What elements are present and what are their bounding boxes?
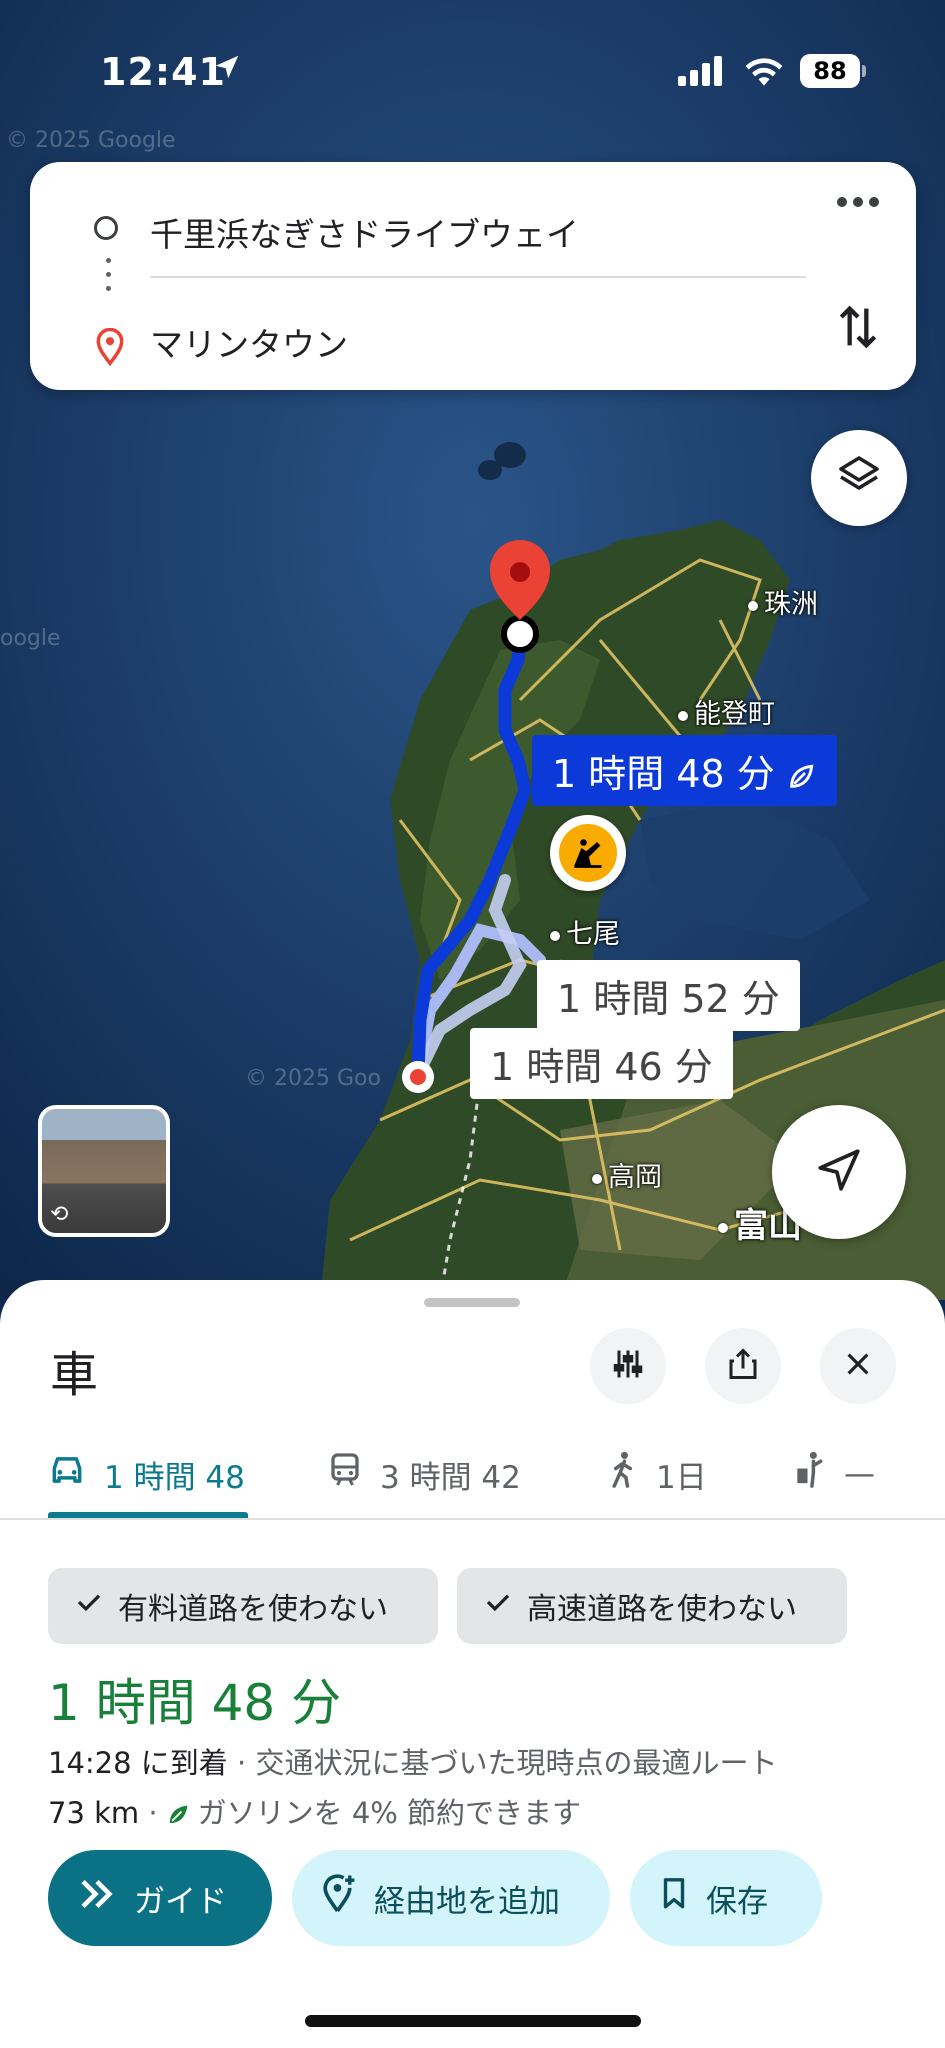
arrival-time: 14:28 xyxy=(48,1746,132,1780)
origin-field[interactable]: 千里浜なぎさドライブウェイ xyxy=(150,208,579,256)
status-time: 12:41 xyxy=(100,50,226,94)
sliders-icon xyxy=(610,1346,646,1386)
eco-leaf-icon xyxy=(785,761,817,793)
navigation-arrow-icon xyxy=(814,1145,864,1199)
arrival-info: 14:28 に到着 · 交通状況に基づいた現時点の最適ルート xyxy=(48,1740,777,1782)
location-arrow-icon xyxy=(212,52,242,86)
destination-row[interactable]: マリンタウン xyxy=(30,308,916,398)
tab-label: — xyxy=(844,1456,875,1492)
check-icon xyxy=(457,1587,527,1625)
add-stop-label: 経由地を追加 xyxy=(374,1883,560,1920)
check-icon xyxy=(48,1587,118,1625)
place-label[interactable]: 能登町 xyxy=(678,692,775,731)
route-search-card: 千里浜なぎさドライブウェイ マリンタウン xyxy=(30,162,916,390)
route-duration: 1 時間 48 分 xyxy=(552,752,775,796)
cellular-signal-icon xyxy=(678,56,728,90)
directions-sheet: 車 1 時間 48 3 時間 42 1日 — 有料道路を使わない 高速道路を使わ… xyxy=(0,1280,945,2048)
layers-button[interactable] xyxy=(811,430,907,526)
ride-icon xyxy=(792,1451,844,1497)
route-options-button[interactable] xyxy=(590,1328,666,1404)
place-label[interactable]: 七尾 xyxy=(550,912,620,951)
drag-handle[interactable] xyxy=(424,1298,520,1307)
divider xyxy=(150,276,806,278)
place-name: 高岡 xyxy=(608,1162,662,1193)
place-name: 珠洲 xyxy=(764,589,818,620)
place-name: 能登町 xyxy=(694,699,775,730)
double-chevron-icon xyxy=(48,1877,134,1919)
share-button[interactable] xyxy=(705,1328,781,1404)
train-icon xyxy=(328,1452,380,1496)
status-bar: 12:41 88 xyxy=(0,40,945,100)
construction-icon xyxy=(559,824,617,882)
place-label[interactable]: 珠洲 xyxy=(748,582,818,621)
save-button[interactable]: 保存 xyxy=(630,1850,822,1946)
avoid-highways-chip[interactable]: 高速道路を使わない xyxy=(457,1568,847,1644)
tab-label: 3 時間 42 xyxy=(380,1459,521,1496)
construction-marker[interactable] xyxy=(550,815,626,891)
route-dots-icon xyxy=(106,258,112,300)
close-icon xyxy=(842,1348,874,1384)
layers-icon xyxy=(835,452,883,504)
active-tab-indicator xyxy=(48,1512,248,1518)
add-location-icon xyxy=(292,1874,374,1922)
route-distance: 73 km xyxy=(48,1796,140,1830)
map-watermark: © 2025 Goo xyxy=(245,1066,381,1091)
chip-label: 高速道路を使わない xyxy=(527,1592,797,1627)
fuel-saving: ガソリンを 4% 節約できます xyxy=(197,1796,582,1830)
save-label: 保存 xyxy=(706,1883,768,1920)
chip-label: 有料道路を使わない xyxy=(118,1592,388,1627)
battery-indicator: 88 xyxy=(800,54,860,88)
origin-row[interactable]: 千里浜なぎさドライブウェイ xyxy=(30,192,916,282)
distance-info: 73 km · ガソリンを 4% 節約できます xyxy=(48,1796,582,1830)
my-location-button[interactable] xyxy=(772,1105,906,1239)
destination-pin-icon xyxy=(96,327,124,370)
avoid-tolls-chip[interactable]: 有料道路を使わない xyxy=(48,1568,438,1644)
guide-button[interactable]: ガイド xyxy=(48,1850,272,1946)
add-stop-button[interactable]: 経由地を追加 xyxy=(292,1850,610,1946)
rotate-360-icon: ⟲ xyxy=(50,1202,69,1227)
route-duration: 1 時間 48 分 xyxy=(48,1674,342,1732)
place-dot xyxy=(550,930,560,941)
map-watermark: oogle xyxy=(0,626,61,651)
place-dot xyxy=(678,710,688,721)
tab-label: 1 時間 48 xyxy=(104,1459,245,1496)
bookmark-icon xyxy=(630,1877,706,1919)
place-dot xyxy=(748,600,758,611)
share-icon xyxy=(725,1346,761,1386)
tab-ride[interactable]: — xyxy=(792,1430,875,1518)
tab-walk[interactable]: 1日 xyxy=(608,1430,707,1518)
walk-icon xyxy=(608,1451,656,1497)
destination-field[interactable]: マリンタウン xyxy=(150,318,348,366)
tab-transit[interactable]: 3 時間 42 xyxy=(328,1430,521,1518)
map-watermark: © 2025 Google xyxy=(6,128,176,153)
alt-route-label[interactable]: 1 時間 46 分 xyxy=(470,1028,733,1099)
home-indicator[interactable] xyxy=(305,2015,641,2027)
tab-label: 1日 xyxy=(656,1459,707,1496)
street-view-thumbnail[interactable]: ⟲ xyxy=(38,1105,170,1237)
arrival-suffix: に到着 xyxy=(140,1746,228,1780)
battery-cap xyxy=(862,65,866,77)
sheet-title: 車 xyxy=(50,1347,99,1403)
route-description: · 交通状況に基づいた現時点の最適ルート xyxy=(237,1746,778,1780)
place-label[interactable]: 高岡 xyxy=(592,1155,662,1194)
more-options-icon[interactable] xyxy=(836,192,880,216)
place-name: 七尾 xyxy=(566,919,620,950)
place-dot xyxy=(718,1222,728,1233)
wifi-icon xyxy=(742,54,786,92)
car-icon xyxy=(48,1453,104,1495)
close-button[interactable] xyxy=(820,1328,896,1404)
primary-route-label[interactable]: 1 時間 48 分 xyxy=(532,735,837,806)
origin-circle-icon xyxy=(94,216,118,240)
place-dot xyxy=(592,1173,602,1184)
tab-drive[interactable]: 1 時間 48 xyxy=(48,1430,245,1518)
travel-mode-tabs: 1 時間 48 3 時間 42 1日 — xyxy=(0,1430,945,1520)
eco-leaf-icon xyxy=(158,1796,198,1830)
alt-route-label[interactable]: 1 時間 52 分 xyxy=(537,960,800,1031)
swap-icon[interactable] xyxy=(838,302,878,356)
guide-label: ガイド xyxy=(134,1883,227,1920)
